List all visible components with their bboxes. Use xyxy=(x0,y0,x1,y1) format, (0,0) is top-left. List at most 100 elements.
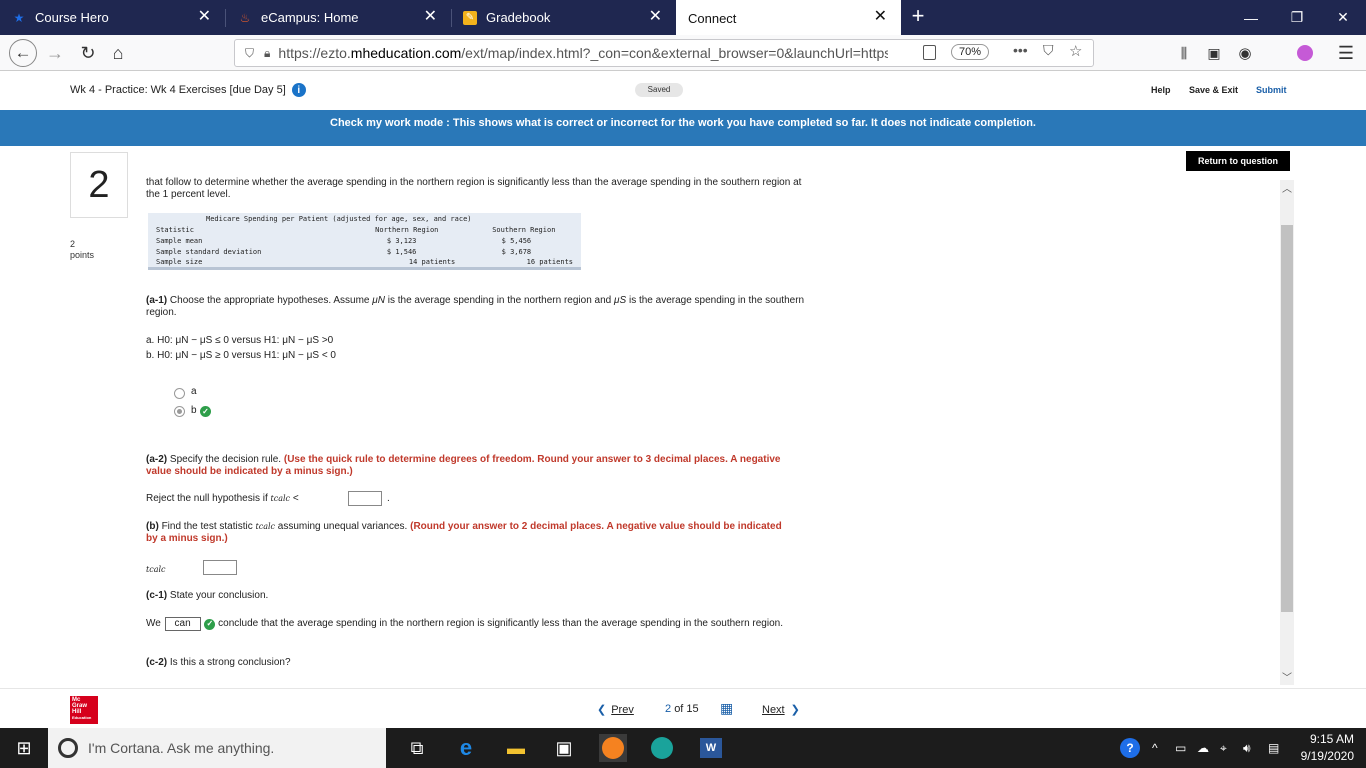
conclusion-sentence: We can ✓ conclude that the average spend… xyxy=(146,617,783,631)
hypothesis-option-b: b. H0: μN − μS ≥ 0 versus H1: μN − μS < … xyxy=(146,350,336,361)
assignment-title: Wk 4 - Practice: Wk 4 Exercises [due Day… xyxy=(70,84,286,96)
grid-view-icon[interactable]: ▦ xyxy=(720,700,733,717)
scroll-down-icon[interactable]: ﹀ xyxy=(1281,669,1293,684)
notifications-icon[interactable]: ▤ xyxy=(1268,741,1279,755)
network-icon[interactable]: ⌖ xyxy=(1220,741,1227,756)
correct-check-icon: ✓ xyxy=(204,618,216,630)
close-tab-icon[interactable]: ✕ xyxy=(874,9,887,25)
table-header: Northern Region xyxy=(375,225,439,234)
prev-button[interactable]: ❮ Prev xyxy=(597,703,634,716)
mu-n-symbol: μN xyxy=(372,295,385,306)
close-window-icon[interactable]: ✕ xyxy=(1320,0,1366,35)
url-text[interactable]: https://ezto.mheducation.com/ext/map/ind… xyxy=(278,45,888,61)
part-c1-prompt: (c-1) State your conclusion. xyxy=(146,590,269,601)
file-explorer-icon[interactable]: ▬ xyxy=(502,734,530,762)
page-indicator: 2 of 15 xyxy=(665,703,699,715)
question-intro: that follow to determine whether the ave… xyxy=(146,177,802,200)
next-button[interactable]: Next ❯ xyxy=(762,703,800,716)
breadcrumb: Wk 4 - Practice: Wk 4 Exercises [due Day… xyxy=(70,83,306,97)
edge-icon[interactable] xyxy=(648,734,676,762)
close-tab-icon[interactable]: ✕ xyxy=(198,9,211,25)
navigation-bar: ← → ↻ ⌂ ⛉ 🔒︎ https://ezto.mheducation.co… xyxy=(0,35,1366,71)
ecampus-icon: ♨ xyxy=(239,10,251,25)
minimize-icon[interactable]: — xyxy=(1228,0,1274,35)
points-value: 2 xyxy=(70,239,76,249)
hypothesis-option-a: a. H0: μN − μS ≤ 0 versus H1: μN − μS >0 xyxy=(146,335,334,346)
word-icon[interactable]: W xyxy=(697,734,725,762)
firefox-icon[interactable] xyxy=(599,734,627,762)
home-icon[interactable]: ⌂ xyxy=(104,39,132,67)
points-info: 2 points xyxy=(70,239,94,261)
bookmark-star-icon[interactable]: ☆ xyxy=(1069,42,1082,60)
clock[interactable]: 9:15 AM 9/19/2020 xyxy=(1290,731,1354,765)
test-statistic-input[interactable] xyxy=(203,560,237,575)
table-row: Sample size 14 patients 16 patients xyxy=(156,257,573,266)
save-exit-link[interactable]: Save & Exit xyxy=(1189,85,1238,95)
mcgraw-hill-logo: Mc Graw Hill Education xyxy=(70,696,98,724)
task-view-icon[interactable]: ⧉ xyxy=(403,734,431,762)
star-icon: ★ xyxy=(13,10,25,25)
sidebar-icon[interactable]: ▣ xyxy=(1200,39,1228,67)
restore-icon[interactable]: ❐ xyxy=(1274,0,1320,35)
scroll-up-icon[interactable]: ︿ xyxy=(1281,180,1293,195)
help-circle-icon[interactable]: ? xyxy=(1120,738,1140,758)
part-c2-prompt: (c-2) Is this a strong conclusion? xyxy=(146,657,291,668)
conclusion-select[interactable]: can xyxy=(164,617,201,631)
return-to-question-button[interactable]: Return to question xyxy=(1186,151,1290,171)
submit-link[interactable]: Submit xyxy=(1256,85,1287,95)
battery-icon: ▭ xyxy=(1175,741,1187,755)
scrollbar-thumb[interactable] xyxy=(1281,225,1293,612)
volume-icon[interactable]: 🔊︎ xyxy=(1243,741,1251,756)
chevron-left-icon: ❮ xyxy=(597,704,607,716)
part-a2-prompt: (a-2) Specify the decision rule. (Use th… xyxy=(146,454,781,477)
onedrive-icon[interactable]: ☁ xyxy=(1197,741,1209,755)
table-title: Medicare Spending per Patient (adjusted … xyxy=(206,214,472,223)
radio-label-a: a xyxy=(191,386,197,397)
tab-connect[interactable]: Connect ✕ xyxy=(676,0,901,36)
tab-gradebook[interactable]: ✎ Gradebook ✕ xyxy=(451,0,676,35)
reader-view-icon[interactable] xyxy=(923,45,936,60)
tab-title: eCampus: Home xyxy=(261,10,359,25)
question-footer: Mc Graw Hill Education ❮ Prev 2 of 15 ▦ N… xyxy=(0,688,1366,728)
help-link[interactable]: Help xyxy=(1151,85,1171,95)
menu-icon[interactable]: ☰ xyxy=(1332,39,1360,67)
edge-legacy-icon[interactable]: e xyxy=(452,734,480,762)
zoom-badge[interactable]: 70% xyxy=(951,44,990,60)
correct-check-icon: ✓ xyxy=(200,406,211,417)
saved-badge: Saved xyxy=(635,83,683,97)
reload-icon[interactable]: ↻ xyxy=(74,39,102,67)
data-table: Medicare Spending per Patient (adjusted … xyxy=(148,213,581,270)
windows-taskbar: ⊞ I'm Cortana. Ask me anything. ⧉ e ▬ ▣ … xyxy=(0,728,1366,768)
tab-course-hero[interactable]: ★ Course Hero ✕ xyxy=(0,0,225,35)
radio-option-b[interactable] xyxy=(174,406,185,417)
forward-arrow-icon[interactable]: → xyxy=(41,39,69,67)
new-tab-button[interactable]: + xyxy=(906,4,930,28)
back-arrow-icon[interactable]: ← xyxy=(9,39,37,67)
account-icon[interactable]: ◉ xyxy=(1231,39,1259,67)
cortana-search[interactable]: I'm Cortana. Ask me anything. xyxy=(48,728,386,768)
extension-icon[interactable] xyxy=(1291,39,1319,67)
table-row: Sample standard deviation $ 1,546 $ 3,67… xyxy=(156,247,532,256)
close-tab-icon[interactable]: ✕ xyxy=(649,9,662,25)
windows-start-icon[interactable]: ⊞ xyxy=(10,734,38,762)
radio-option-a[interactable] xyxy=(174,388,185,399)
more-actions-icon[interactable]: ••• xyxy=(1013,42,1028,58)
question-number: 2 xyxy=(70,152,128,218)
clock-date: 9/19/2020 xyxy=(1300,749,1354,763)
info-icon[interactable]: i xyxy=(291,83,306,97)
tcalc-label: tcalc xyxy=(146,565,166,574)
decision-rule-text: Reject the null hypothesis if tcalc < xyxy=(146,493,299,504)
mu-s-symbol: μS xyxy=(614,295,627,306)
tab-ecampus[interactable]: ♨ eCampus: Home ✕ xyxy=(226,0,451,35)
table-row: Sample mean $ 3,123 $ 5,456 xyxy=(156,236,532,245)
tray-chevron-icon[interactable]: ^ xyxy=(1152,741,1158,755)
library-icon[interactable]: ⫼ xyxy=(1170,39,1198,67)
close-tab-icon[interactable]: ✕ xyxy=(424,9,437,25)
url-bar[interactable]: ⛉ 🔒︎ https://ezto.mheducation.com/ext/ma… xyxy=(234,39,1094,67)
store-icon[interactable]: ▣ xyxy=(550,734,578,762)
table-header: Statistic xyxy=(156,225,194,234)
chevron-right-icon: ❯ xyxy=(790,704,800,716)
critical-value-input[interactable] xyxy=(348,491,382,506)
pocket-icon[interactable]: ⛉ xyxy=(1043,42,1054,59)
lock-icon: 🔒︎ xyxy=(264,45,271,60)
